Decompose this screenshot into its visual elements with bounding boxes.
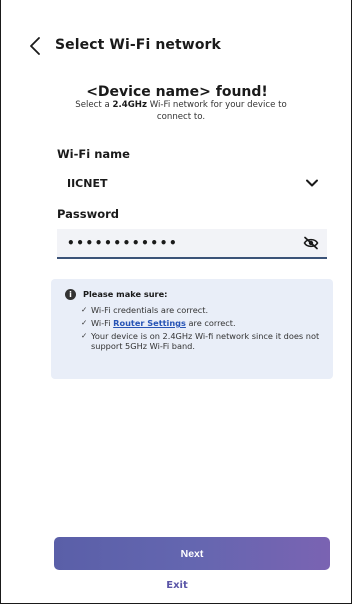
list-item: ✓ Your device is on 2.4GHz Wi-fi network… — [81, 331, 331, 351]
next-button[interactable]: Next — [54, 537, 330, 570]
password-input[interactable]: •••••••••••• — [57, 229, 327, 259]
requirement-text: Your device is on 2.4GHz Wi-fi network s… — [91, 331, 320, 351]
top-bar: Select Wi-Fi network — [1, 30, 353, 62]
requirement-text: Wi-Fi credentials are correct. — [91, 305, 209, 315]
password-value: •••••••••••• — [67, 236, 179, 250]
router-settings-link[interactable]: Router Settings — [113, 318, 186, 328]
subtext-prefix: Select a — [75, 100, 113, 110]
device-found-subtext: Select a 2.4GHz Wi-Fi network for your d… — [61, 99, 301, 123]
list-item: ✓ Wi-Fi Router Settings are correct. — [81, 318, 331, 328]
check-icon: ✓ — [81, 305, 88, 314]
requirement-pre: Wi-Fi — [91, 318, 114, 328]
info-icon: i — [65, 289, 76, 300]
back-button[interactable] — [25, 36, 45, 56]
list-item: ✓ Wi-Fi credentials are correct. — [81, 305, 331, 315]
requirement-post: are correct. — [185, 318, 236, 328]
exit-button[interactable]: Exit — [1, 580, 353, 591]
frequency-highlight: 2.4GHz — [112, 100, 147, 110]
chevron-left-icon — [30, 37, 40, 55]
wifi-name-select[interactable]: IICNET — [57, 169, 327, 197]
wifi-name-value: IICNET — [67, 176, 108, 190]
chevron-down-icon[interactable] — [305, 176, 319, 190]
check-icon: ✓ — [81, 331, 88, 340]
check-icon: ✓ — [81, 318, 88, 327]
wifi-name-label: Wi-Fi name — [57, 147, 130, 161]
password-label: Password — [57, 207, 119, 221]
requirements-list: ✓ Wi-Fi credentials are correct. ✓ Wi-Fi… — [81, 305, 331, 354]
wifi-setup-screen: Select Wi-Fi network <Device name> found… — [0, 0, 352, 604]
subtext-suffix: Wi-Fi network for your device to connect… — [146, 100, 287, 122]
info-title: Please make sure: — [83, 289, 168, 299]
requirements-info-box: i Please make sure: ✓ Wi-Fi credentials … — [51, 279, 333, 379]
device-found-heading: <Device name> found! — [86, 84, 268, 100]
page-title: Select Wi-Fi network — [55, 37, 221, 53]
eye-off-icon[interactable] — [303, 236, 319, 250]
